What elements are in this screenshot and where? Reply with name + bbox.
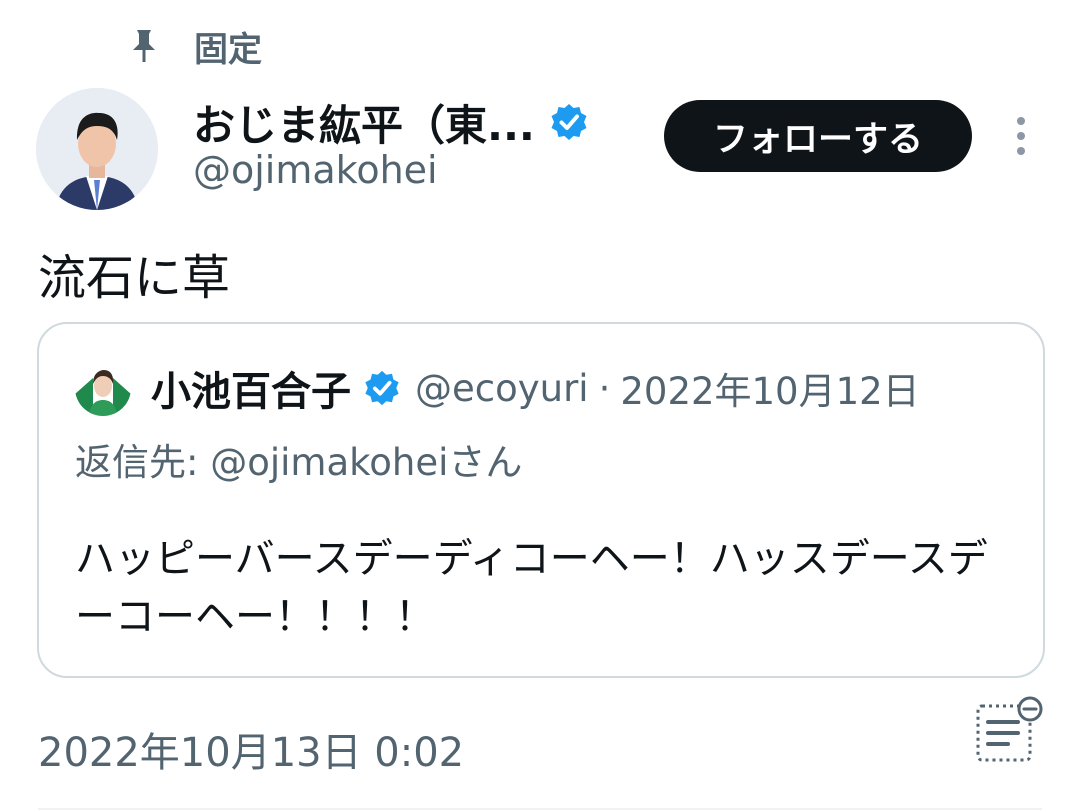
verified-badge-icon [551, 104, 587, 140]
author-name-row: おじま紘平（東... [193, 92, 589, 152]
tweet-text: 流石に草 [38, 250, 231, 306]
author-avatar[interactable] [36, 88, 158, 210]
pin-icon [133, 30, 155, 62]
quote-author-name[interactable]: 小池百合子 [151, 359, 351, 417]
verified-badge-icon [365, 370, 399, 406]
quote-author-avatar[interactable] [75, 360, 131, 416]
quoted-tweet-card[interactable]: 小池百合子 @ecoyuri · 2022年10月12日 返信先: @ojima… [37, 322, 1045, 678]
divider [38, 808, 1042, 810]
quote-author-handle[interactable]: @ecoyuri [415, 367, 589, 410]
tweet-timestamp[interactable]: 2022年10月13日 0:02 [38, 720, 464, 778]
author-avatar-image [36, 88, 158, 210]
follow-button[interactable]: フォローする [664, 100, 972, 172]
quote-text: ハッピーバースデーディコーヘー！ハッスデースデーコーヘー！！！！ [75, 536, 988, 640]
quote-separator: · [598, 366, 611, 410]
quote-reply-to: 返信先: @ojimakoheiさん [75, 441, 523, 484]
more-vertical-icon[interactable] [1006, 114, 1036, 158]
notes-icon[interactable] [972, 694, 1046, 766]
pinned-indicator: 固定 [128, 18, 262, 74]
quote-avatar-image [75, 360, 131, 416]
quote-header: 小池百合子 @ecoyuri · 2022年10月12日 [151, 354, 920, 422]
author-display-name[interactable]: おじま紘平（東... [193, 92, 535, 153]
author-handle[interactable]: @ojimakohei [193, 148, 438, 192]
quote-date[interactable]: 2022年10月12日 [620, 361, 919, 415]
pinned-label: 固定 [194, 29, 262, 70]
